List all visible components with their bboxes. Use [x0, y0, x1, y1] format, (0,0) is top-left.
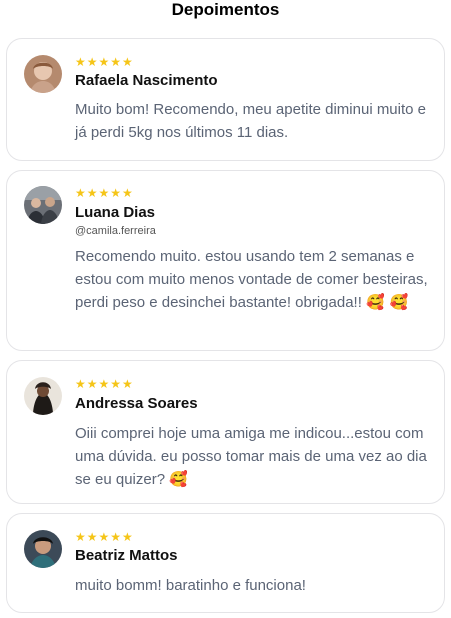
testimonial-card: ★★★★★ Andressa Soares Oiii comprei hoje …: [6, 360, 445, 504]
reviewer-name: Luana Dias: [75, 204, 156, 221]
reviewer-name: Beatriz Mattos: [75, 547, 178, 564]
review-body: Muito bom! Recomendo, meu apetite diminu…: [75, 101, 427, 141]
testimonial-card: ★★★★★ Rafaela Nascimento Muito bom! Reco…: [6, 38, 445, 161]
smiling-face-hearts-icon: 🥰 🥰: [366, 293, 409, 311]
testimonial-card: ★★★★★ Luana Dias @camila.ferreira Recome…: [6, 170, 445, 351]
rating-stars: ★★★★★: [75, 377, 134, 391]
reviewer-name: Rafaela Nascimento: [75, 72, 218, 89]
review-body: Oiii comprei hoje uma amiga me indicou..…: [75, 425, 427, 488]
avatar: [24, 186, 62, 224]
testimonials-section: Depoimentos ★★★★★ Rafaela Nascimento Mui…: [0, 0, 451, 618]
reviewer-handle: @camila.ferreira: [75, 225, 156, 237]
review-body: muito bomm! baratinho e funciona!: [75, 577, 306, 594]
rating-stars: ★★★★★: [75, 55, 134, 69]
review-text: Oiii comprei hoje uma amiga me indicou..…: [75, 423, 437, 492]
section-title: Depoimentos: [171, 0, 280, 19]
rating-stars: ★★★★★: [75, 530, 134, 544]
reviewer-name: Andressa Soares: [75, 395, 198, 412]
rating-stars: ★★★★★: [75, 186, 134, 200]
review-text: Recomendo muito. estou usando tem 2 sema…: [75, 246, 437, 315]
review-text: muito bomm! baratinho e funciona!: [75, 575, 437, 598]
testimonial-card: ★★★★★ Beatriz Mattos muito bomm! baratin…: [6, 513, 445, 613]
review-text: Muito bom! Recomendo, meu apetite diminu…: [75, 99, 437, 144]
avatar: [24, 377, 62, 415]
avatar: [24, 55, 62, 93]
smiling-face-hearts-icon: 🥰: [169, 470, 188, 488]
avatar: [24, 530, 62, 568]
